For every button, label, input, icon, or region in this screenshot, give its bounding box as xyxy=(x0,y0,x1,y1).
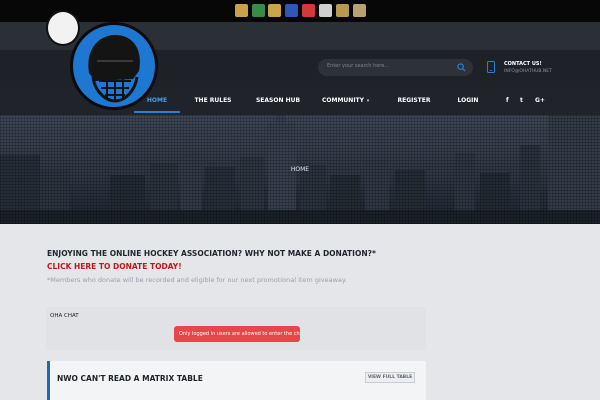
team-logo-knight-icon[interactable] xyxy=(336,4,349,17)
facebook-icon[interactable]: f xyxy=(506,87,509,115)
contact-email-link[interactable]: INFO@OHATHUB.NET xyxy=(504,69,552,74)
team-logo-shield-icon[interactable] xyxy=(353,4,366,17)
donate-link[interactable]: CLICK HERE TO DONATE TODAY! xyxy=(47,262,182,271)
search-icon[interactable] xyxy=(457,63,466,72)
team-logo-figure-icon[interactable] xyxy=(252,4,265,17)
google-plus-icon[interactable]: G+ xyxy=(535,87,545,115)
team-logo-letters-icon[interactable] xyxy=(319,4,332,17)
chevron-down-icon[interactable]: ▾ xyxy=(364,87,372,115)
nav-item-the-rules[interactable]: THE RULES xyxy=(188,87,238,115)
card-title: NWO CAN'T READ A MATRIX TABLE xyxy=(57,374,203,383)
nav-item-community[interactable]: COMMUNITY xyxy=(320,87,366,115)
chat-title: OHA CHAT xyxy=(50,313,79,319)
mobile-phone-icon xyxy=(487,61,495,73)
contact-title: CONTACT US! xyxy=(504,61,542,67)
search-bar[interactable]: Enter your search here... xyxy=(318,59,473,76)
nav-item-login[interactable]: LOGIN xyxy=(450,87,486,115)
search-input[interactable]: Enter your search here... xyxy=(327,63,389,69)
nav-active-indicator xyxy=(134,111,180,113)
view-full-table-button[interactable]: VIEW FULL TABLE xyxy=(365,372,415,383)
logo-back-disc xyxy=(46,10,80,46)
team-logo-jet-icon[interactable] xyxy=(285,4,298,17)
team-logo-crown-icon[interactable] xyxy=(235,4,248,17)
twitter-icon[interactable]: t xyxy=(520,87,523,115)
breadcrumb[interactable]: HOME xyxy=(0,166,600,173)
team-logo-wing-icon[interactable] xyxy=(268,4,281,17)
nav-item-register[interactable]: REGISTER xyxy=(390,87,438,115)
nav-item-season-hub[interactable]: SEASON HUB xyxy=(250,87,306,115)
donation-note: *Members who donate will be recorded and… xyxy=(47,276,347,284)
team-logo-red-icon[interactable] xyxy=(302,4,315,17)
donation-question: ENJOYING THE ONLINE HOCKEY ASSOCIATION? … xyxy=(47,249,376,258)
chat-login-alert: Only logged in users are allowed to ente… xyxy=(174,326,300,342)
